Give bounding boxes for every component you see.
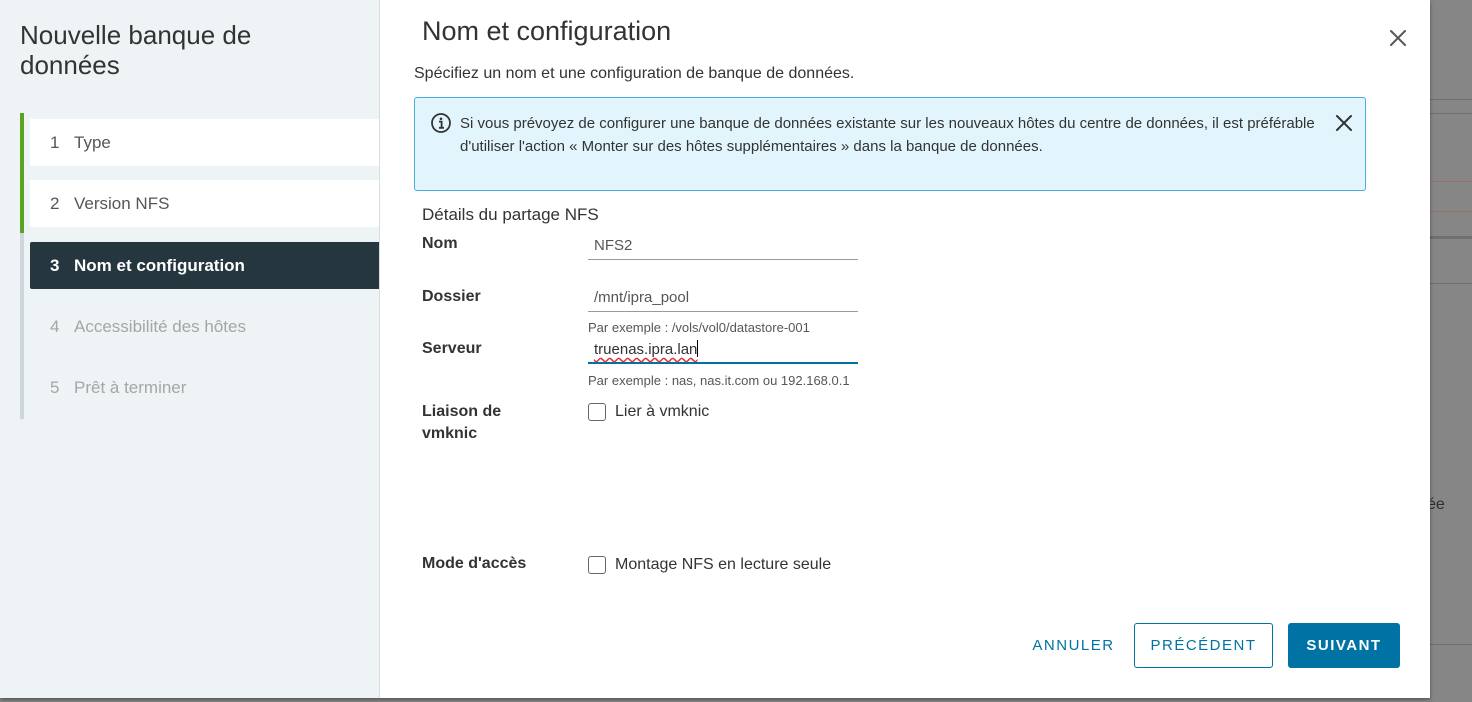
step-number: 5	[50, 377, 60, 397]
folder-helper-text: Par exemple : /vols/vol0/datastore-001	[588, 320, 810, 335]
folder-label: Dossier	[422, 288, 481, 305]
folder-input[interactable]	[588, 284, 858, 312]
step-number: 3	[50, 255, 60, 275]
background-divider	[1430, 99, 1472, 100]
steps-progress-completed	[20, 113, 24, 233]
close-dialog-button[interactable]	[1384, 24, 1412, 52]
step-label: Accessibilité des hôtes	[74, 316, 246, 336]
vmknic-binding-label: Liaison de vmknic	[422, 401, 501, 445]
wizard-step-type[interactable]: 1 Type	[30, 119, 379, 166]
info-alert: Si vous prévoyez de configurer une banqu…	[414, 97, 1366, 191]
step-number: 4	[50, 316, 60, 336]
text-cursor	[697, 340, 699, 357]
checkbox-label: Lier à vmknic	[615, 403, 710, 420]
wizard-step-nfs-version[interactable]: 2 Version NFS	[30, 180, 379, 227]
back-button[interactable]: PRÉCÉDENT	[1134, 623, 1273, 668]
name-input[interactable]	[588, 232, 858, 260]
step-label: Version NFS	[74, 193, 170, 213]
close-icon	[1336, 115, 1352, 131]
readonly-mount-checkbox[interactable]: Montage NFS en lecture seule	[588, 556, 831, 574]
server-label: Serveur	[422, 340, 482, 357]
checkbox-label: Montage NFS en lecture seule	[615, 556, 832, 573]
background-error-line	[1430, 181, 1472, 182]
server-input[interactable]: truenas.ipra.lan	[588, 336, 858, 364]
wizard-title: Nouvelle banque de données	[20, 20, 252, 80]
next-button[interactable]: SUIVANT	[1288, 623, 1400, 668]
wizard-step-host-accessibility: 4 Accessibilité des hôtes	[30, 303, 379, 350]
cancel-button[interactable]: ANNULER	[1020, 623, 1127, 668]
background-divider	[1430, 644, 1472, 645]
background-divider	[1430, 236, 1472, 239]
wizard-step-ready-to-complete: 5 Prêt à terminer	[30, 364, 379, 411]
step-label: Prêt à terminer	[74, 377, 187, 397]
wizard-step-name-config[interactable]: 3 Nom et configuration	[30, 242, 379, 289]
vmknic-binding-label-line2: vmknic	[422, 425, 478, 442]
background-divider	[1430, 113, 1472, 114]
vmknic-binding-label-line1: Liaison de	[422, 403, 502, 420]
section-title: Détails du partage NFS	[422, 205, 599, 224]
background-error-line	[1430, 211, 1472, 212]
step-number: 2	[50, 193, 60, 213]
step-label: Type	[74, 132, 111, 152]
alert-message: Si vous prévoyez de configurer une banqu…	[460, 115, 1315, 155]
step-number: 1	[50, 132, 60, 152]
dismiss-alert-button[interactable]	[1333, 112, 1355, 134]
step-label: Nom et configuration	[74, 255, 245, 275]
page-title: Nom et configuration	[422, 16, 672, 46]
background-divider	[1430, 283, 1472, 284]
name-label: Nom	[422, 235, 458, 252]
page-subtitle: Spécifiez un nom et une configuration de…	[414, 65, 855, 82]
info-icon	[431, 113, 451, 133]
close-icon	[1390, 30, 1406, 46]
server-helper-text: Par exemple : nas, nas.it.com ou 192.168…	[588, 373, 850, 388]
new-datastore-dialog: Nouvelle banque de données 1 Type 2 Vers…	[0, 0, 1430, 698]
checkbox-box[interactable]	[588, 403, 606, 421]
bind-vmknic-checkbox[interactable]: Lier à vmknic	[588, 403, 709, 421]
access-mode-label: Mode d'accès	[422, 555, 527, 572]
checkbox-box[interactable]	[588, 556, 606, 574]
background-page	[1430, 0, 1472, 702]
wizard-steps-panel: Nouvelle banque de données 1 Type 2 Vers…	[0, 0, 380, 698]
server-input-value: truenas.ipra.lan	[594, 341, 698, 358]
